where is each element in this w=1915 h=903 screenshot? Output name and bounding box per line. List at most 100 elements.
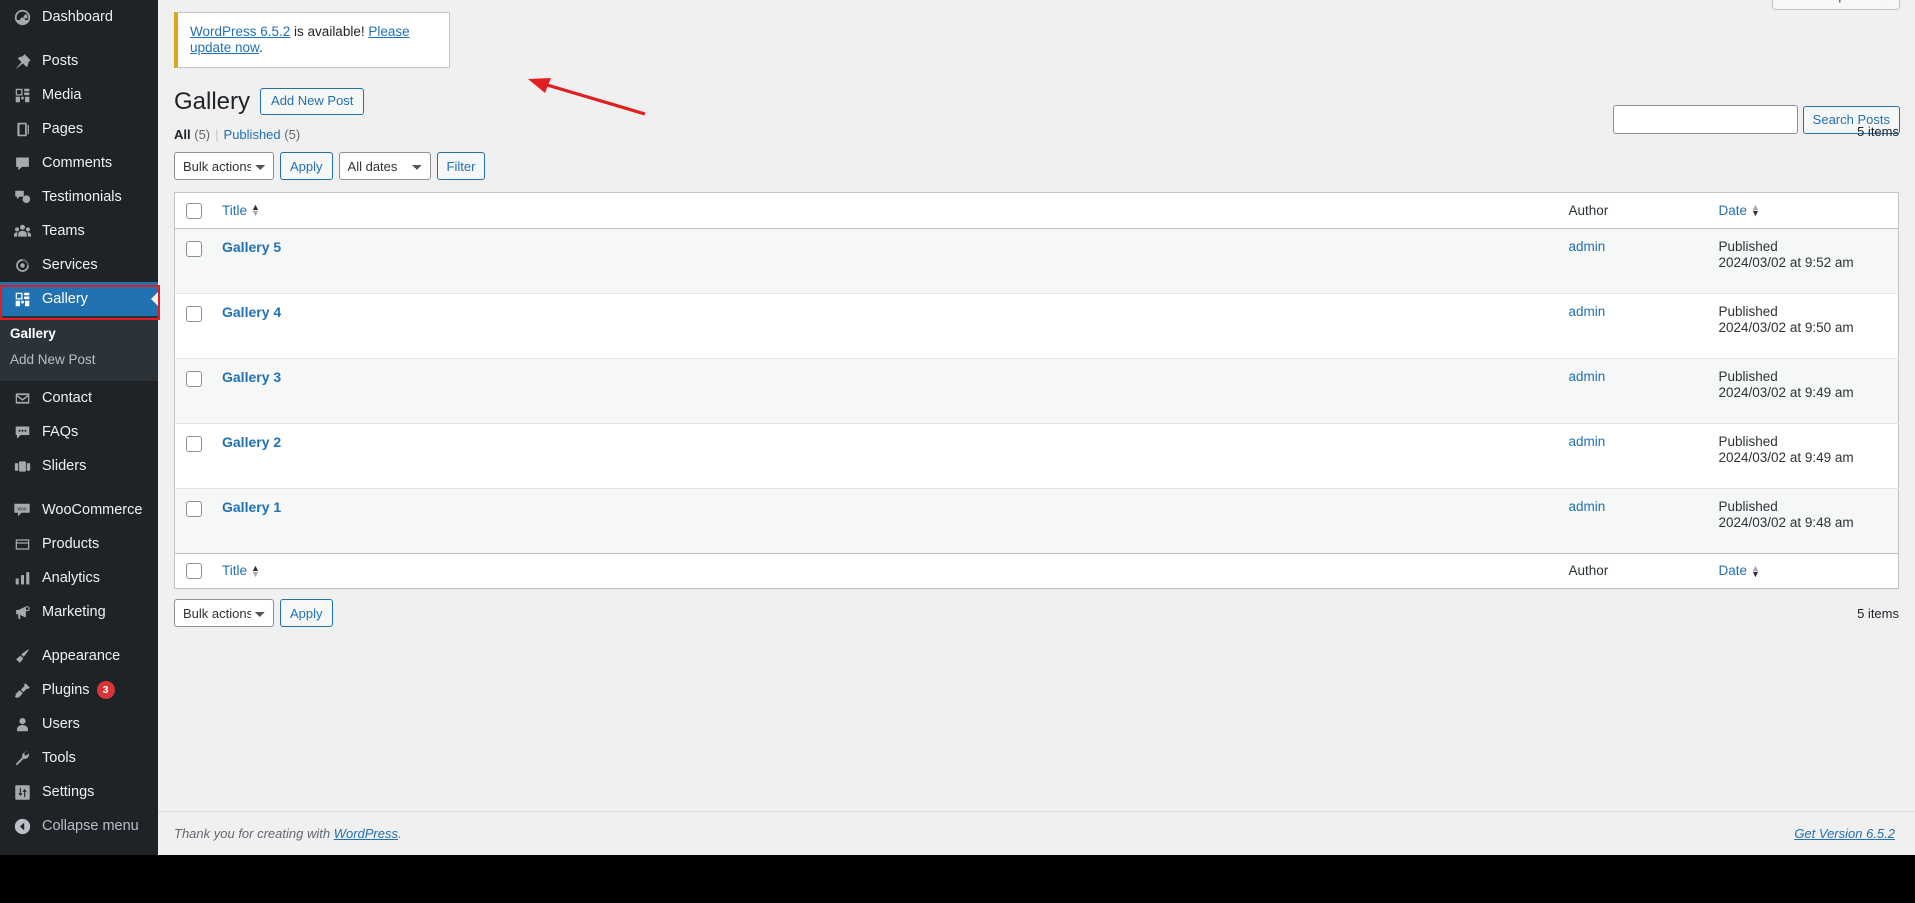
- sliders-icon: [10, 458, 34, 475]
- sort-arrows-icon: ▲ ▼: [251, 202, 260, 219]
- filter-button[interactable]: Filter: [436, 152, 486, 181]
- date-filter-select[interactable]: All dates: [338, 152, 431, 181]
- views-divider: |: [215, 127, 219, 143]
- sidebar-divider: [0, 629, 158, 639]
- plugin-icon: [10, 682, 34, 699]
- submenu-item-gallery[interactable]: Gallery: [0, 321, 158, 347]
- sidebar-item-analytics[interactable]: Analytics: [0, 561, 158, 595]
- comments-icon: [10, 155, 34, 172]
- post-title-link[interactable]: Gallery 3: [222, 369, 281, 385]
- sidebar-item-plugins[interactable]: Plugins 3: [0, 673, 158, 707]
- sidebar-item-label: Plugins: [42, 682, 90, 698]
- screen-options-button[interactable]: Screen Options ▼: [1772, 0, 1900, 10]
- row-checkbox[interactable]: [186, 371, 202, 388]
- sidebar-item-contact[interactable]: Contact: [0, 381, 158, 415]
- sidebar-item-label: Contact: [42, 390, 92, 406]
- sort-title-link-bottom[interactable]: Title ▲ ▼: [222, 563, 260, 578]
- row-checkbox-cell: [175, 228, 213, 293]
- row-date-cell: Published 2024/03/02 at 9:48 am: [1709, 488, 1899, 553]
- sidebar-item-teams[interactable]: Teams: [0, 214, 158, 248]
- sidebar-item-label: Media: [42, 87, 82, 103]
- sidebar-item-label: Products: [42, 536, 100, 552]
- envelope-icon: [10, 390, 34, 407]
- author-link[interactable]: admin: [1569, 499, 1606, 514]
- sidebar-item-sliders[interactable]: Sliders: [0, 449, 158, 483]
- row-checkbox[interactable]: [186, 436, 202, 453]
- sidebar-item-label: Marketing: [42, 604, 106, 620]
- teams-icon: [10, 223, 34, 240]
- sidebar-item-services[interactable]: Services: [0, 248, 158, 282]
- search-input[interactable]: [1612, 105, 1798, 134]
- faq-icon: [10, 424, 34, 441]
- row-checkbox[interactable]: [186, 306, 202, 323]
- row-checkbox-cell: [175, 488, 213, 553]
- post-status: Published: [1718, 498, 1778, 514]
- post-status: Published: [1718, 433, 1778, 449]
- select-all-checkbox-top[interactable]: [186, 202, 202, 219]
- wordpress-version-link[interactable]: WordPress 6.5.2: [190, 24, 290, 39]
- collapse-menu-button[interactable]: Collapse menu: [0, 809, 158, 843]
- update-notice: WordPress 6.5.2 is available! Please upd…: [174, 12, 450, 68]
- sidebar-item-label: Testimonials: [42, 189, 122, 205]
- sidebar-item-gallery[interactable]: Gallery: [0, 282, 159, 316]
- author-link[interactable]: admin: [1569, 239, 1606, 254]
- author-link[interactable]: admin: [1569, 369, 1606, 384]
- sidebar-item-testimonials[interactable]: Testimonials: [0, 180, 158, 214]
- get-version-link[interactable]: Get Version 6.5.2: [1794, 826, 1895, 841]
- sidebar-item-woocommerce[interactable]: woo WooCommerce: [0, 493, 158, 527]
- sort-title-link-top[interactable]: Title ▲ ▼: [222, 203, 260, 218]
- view-all-link[interactable]: All: [174, 127, 191, 142]
- row-title-cell: Gallery 1: [212, 488, 1559, 553]
- select-all-checkbox-bottom[interactable]: [186, 563, 202, 580]
- row-checkbox[interactable]: [186, 501, 202, 518]
- sidebar-item-marketing[interactable]: Marketing: [0, 595, 158, 629]
- sidebar-item-posts[interactable]: Posts: [0, 44, 158, 78]
- sidebar-item-products[interactable]: Products: [0, 527, 158, 561]
- sidebar-submenu-gallery: Gallery Add New Post: [0, 316, 158, 381]
- apply-button-bottom[interactable]: Apply: [280, 599, 333, 628]
- table-row: Gallery 5 admin Published 2024/03/02 at …: [174, 228, 1899, 294]
- view-published-link[interactable]: Published: [224, 127, 281, 142]
- wordpress-link[interactable]: WordPress: [334, 826, 398, 841]
- bulk-actions-select-top[interactable]: Bulk actions: [174, 152, 274, 181]
- apply-button-top[interactable]: Apply: [280, 152, 333, 181]
- footer-thanks-prefix: Thank you for creating with: [174, 826, 334, 841]
- sidebar-item-media[interactable]: Media: [0, 78, 158, 112]
- sidebar-item-users[interactable]: Users: [0, 707, 158, 741]
- sort-date-link-bottom[interactable]: Date ▲ ▼: [1719, 563, 1760, 578]
- post-status: Published: [1718, 238, 1778, 254]
- sidebar-item-appearance[interactable]: Appearance: [0, 639, 158, 673]
- sidebar-item-tools[interactable]: Tools: [0, 741, 158, 775]
- sidebar-item-faqs[interactable]: FAQs: [0, 415, 158, 449]
- marketing-icon: [10, 604, 34, 621]
- brush-icon: [10, 648, 34, 665]
- sidebar-item-comments[interactable]: Comments: [0, 146, 158, 180]
- column-footer-date: Date ▲ ▼: [1708, 552, 1899, 589]
- post-title-link[interactable]: Gallery 1: [222, 499, 281, 515]
- add-new-post-button[interactable]: Add New Post: [260, 88, 365, 116]
- post-date: 2024/03/02 at 9:50 am: [1718, 319, 1854, 335]
- sort-date-link-top[interactable]: Date ▲ ▼: [1719, 203, 1760, 218]
- post-date: 2024/03/02 at 9:48 am: [1718, 514, 1854, 530]
- post-title-link[interactable]: Gallery 4: [222, 304, 281, 320]
- bulk-actions-select-bottom[interactable]: Bulk actions: [174, 599, 274, 628]
- sidebar-item-label: Gallery: [42, 291, 88, 307]
- row-author-cell: admin: [1559, 423, 1709, 488]
- table-footer-row: Title ▲ ▼ Author Date ▲ ▼: [174, 552, 1899, 589]
- column-header-date: Date ▲ ▼: [1708, 192, 1899, 229]
- sidebar-item-label: Pages: [42, 121, 84, 137]
- post-title-link[interactable]: Gallery 2: [222, 434, 281, 450]
- sidebar-item-pages[interactable]: Pages: [0, 112, 158, 146]
- submenu-item-add-new-post[interactable]: Add New Post: [0, 347, 158, 373]
- wrench-icon: [10, 750, 34, 767]
- sidebar-item-label: Users: [42, 716, 80, 732]
- sidebar-item-settings[interactable]: Settings: [0, 775, 158, 809]
- row-checkbox-cell: [175, 423, 213, 488]
- row-author-cell: admin: [1559, 293, 1709, 358]
- row-checkbox[interactable]: [186, 241, 202, 258]
- author-link[interactable]: admin: [1569, 304, 1606, 319]
- post-title-link[interactable]: Gallery 5: [222, 239, 281, 255]
- author-link[interactable]: admin: [1569, 434, 1606, 449]
- select-all-header: [174, 192, 212, 229]
- sidebar-item-dashboard[interactable]: Dashboard: [0, 0, 158, 34]
